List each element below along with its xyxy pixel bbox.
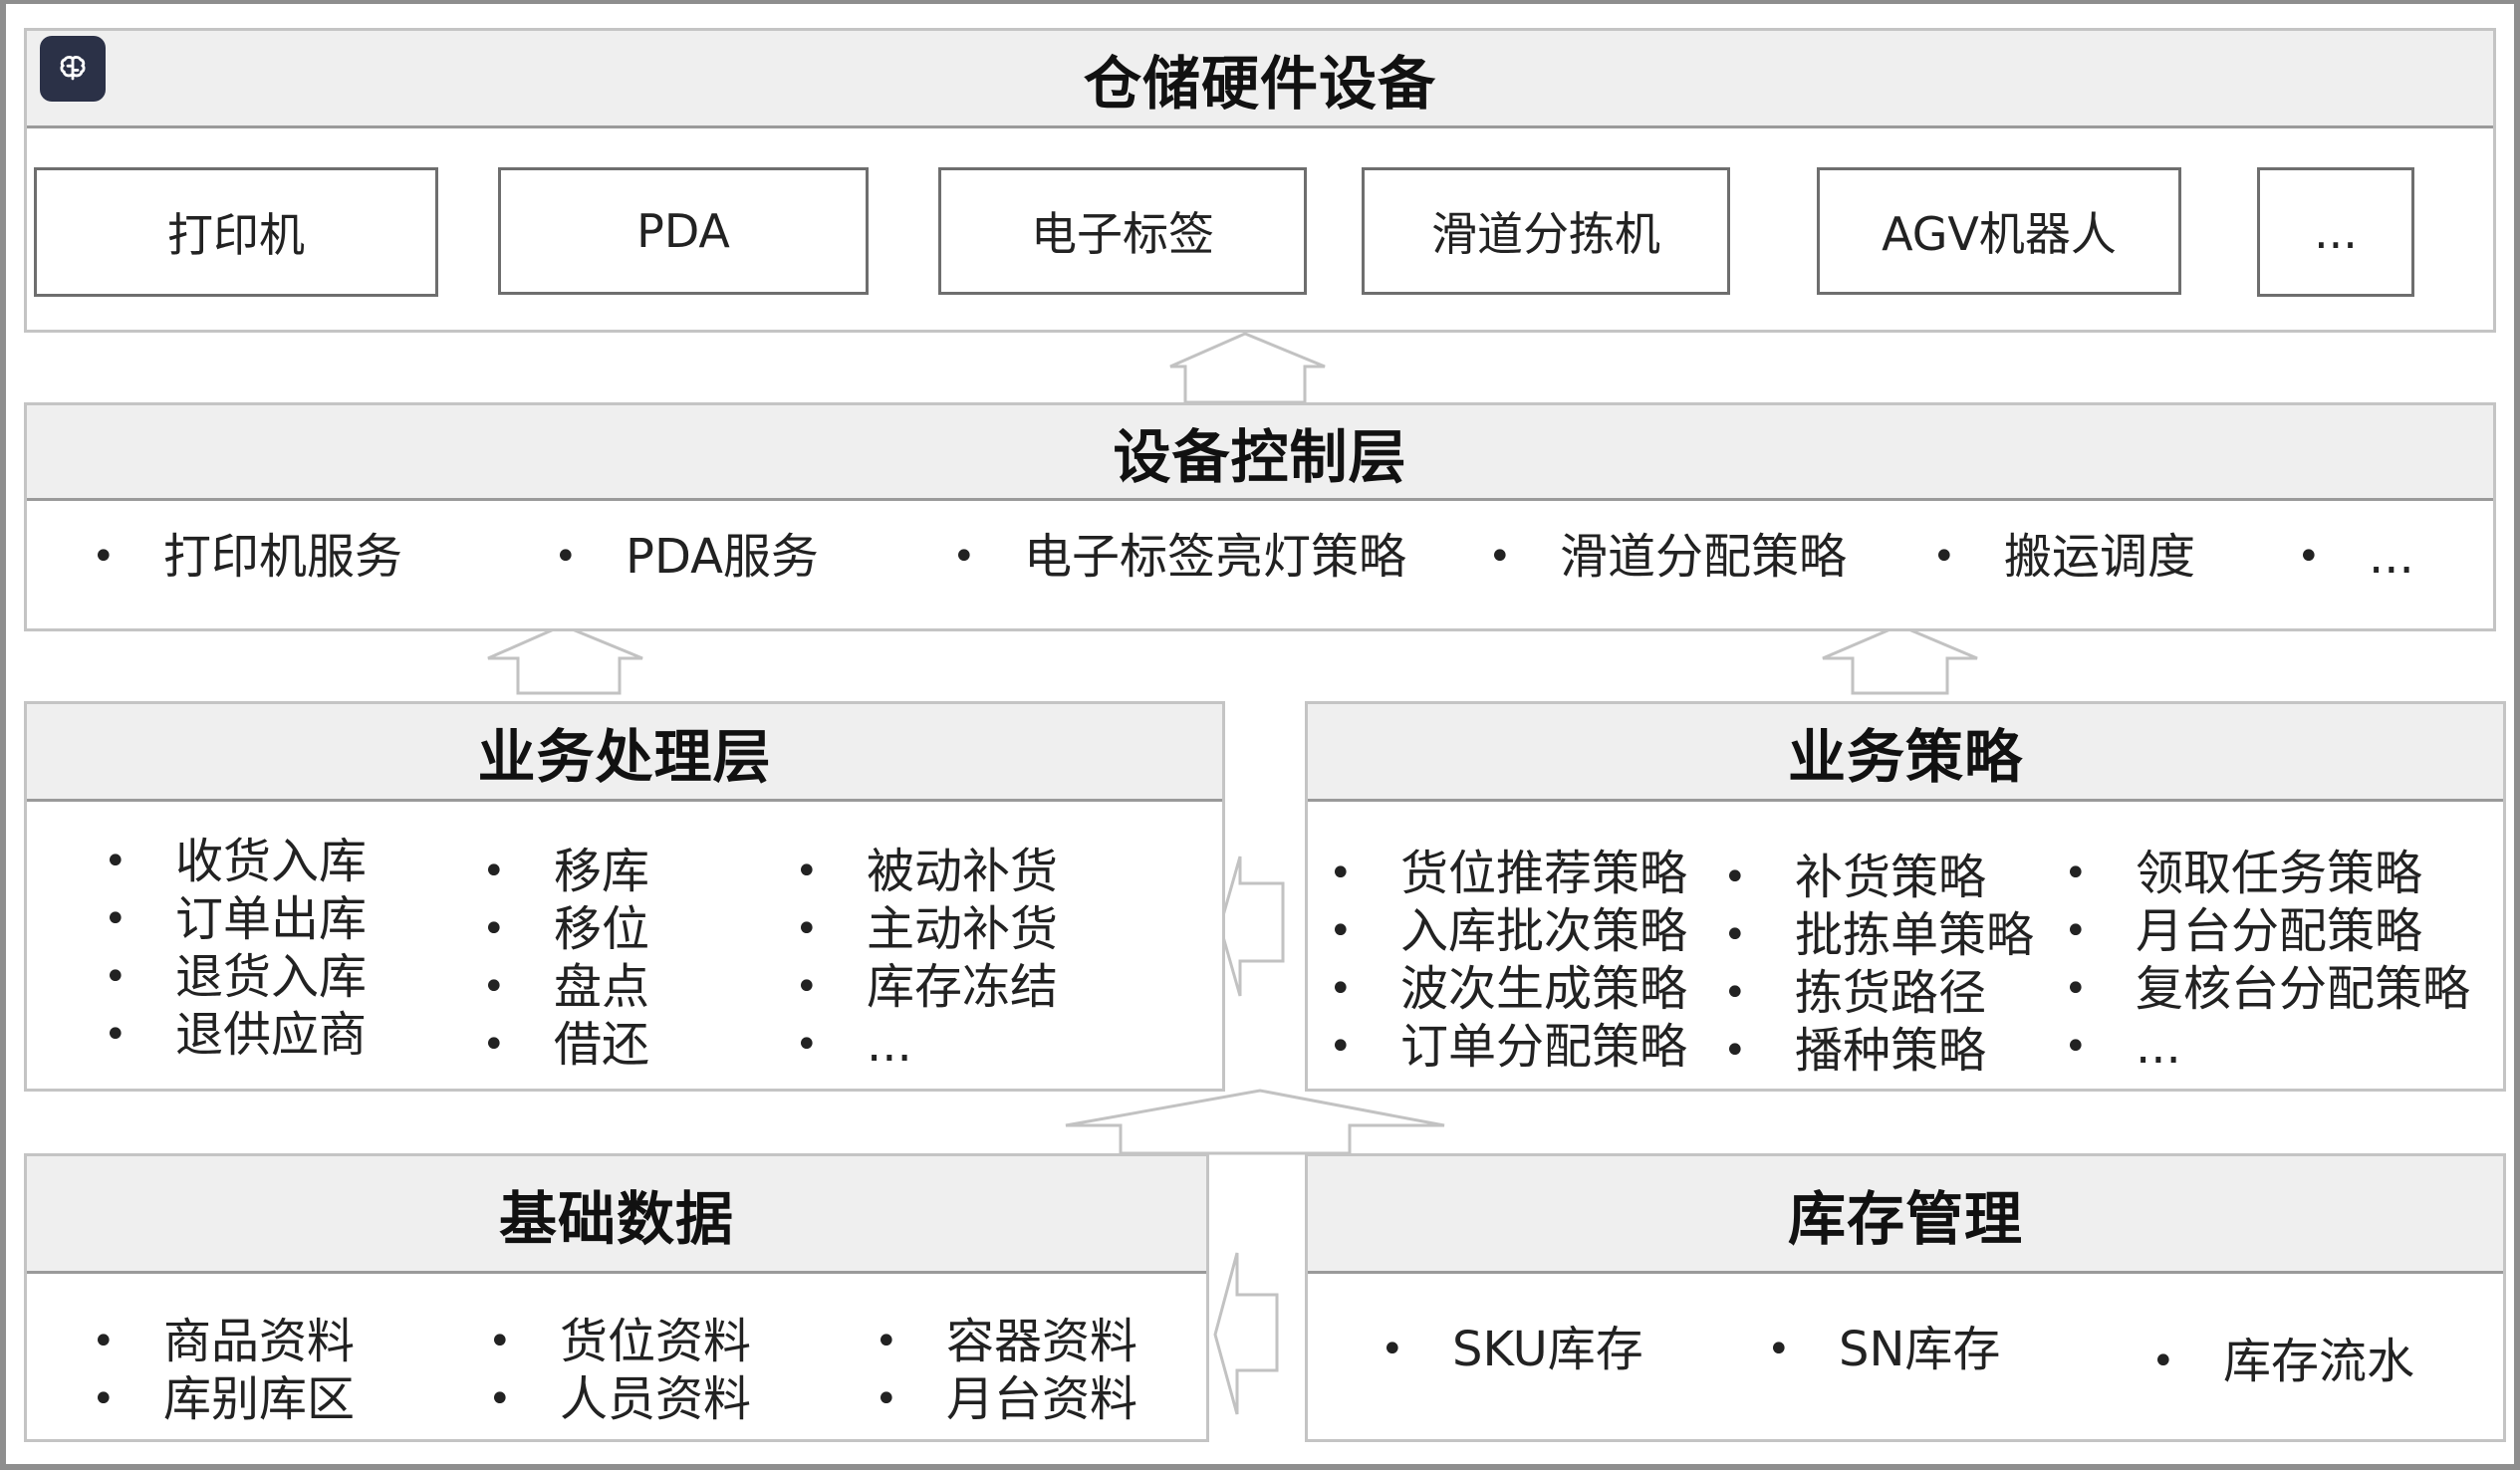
strategy-item: 领取任务策略 (2064, 845, 2422, 902)
arrow-up-strategy-to-control (1822, 623, 1978, 695)
inventory-item: SN库存 (1767, 1321, 2001, 1378)
inventory-item: SKU库存 (1381, 1321, 1643, 1378)
strategy-item: 复核台分配策略 (2064, 960, 2470, 1018)
strategy-item: 货位推荐策略 (1329, 845, 1687, 902)
arrow-up-base-to-business (1065, 1089, 1445, 1155)
processing-item: 退货入库 (104, 948, 367, 1006)
strategy-item: 播种策略 (1723, 1022, 1986, 1080)
device-more: ... (2257, 167, 2414, 297)
device-printer: 打印机 (34, 167, 438, 297)
strategy-item: 入库批次策略 (1329, 902, 1687, 960)
device-electronic-label: 电子标签 (938, 167, 1307, 295)
processing-item: 被动补货 (795, 843, 1058, 900)
strategy-item: 拣货路径 (1723, 964, 1986, 1022)
processing-item: 订单出库 (104, 890, 367, 948)
control-item: 打印机服务 (92, 528, 402, 586)
processing-item: 盘点 (482, 958, 649, 1016)
processing-item: 收货入库 (104, 833, 367, 890)
basic-data-item: 容器资料 (875, 1313, 1137, 1370)
control-item: 滑道分配策略 (1488, 528, 1847, 586)
basic-data-item: 月台资料 (875, 1370, 1137, 1428)
strategy-item: 批拣单策略 (1723, 906, 2034, 964)
strategy-item: 波次生成策略 (1329, 960, 1687, 1018)
device-pda: PDA (498, 167, 869, 295)
brain-icon[interactable] (40, 36, 106, 102)
basic-data-title: 基础数据 (27, 1156, 1206, 1274)
hardware-title: 仓储硬件设备 (27, 31, 2493, 128)
device-chute-sorter: 滑道分拣机 (1362, 167, 1730, 295)
control-item: PDA服务 (554, 528, 819, 586)
control-item: 搬运调度 (1932, 528, 2195, 586)
strategy-title: 业务策略 (1308, 704, 2503, 802)
strategy-item: ... (2064, 1018, 2180, 1076)
architecture-diagram: 仓储硬件设备 打印机 PDA 电子标签 滑道分拣机 AGV机器人 ... 设备控… (0, 0, 2520, 1470)
processing-title: 业务处理层 (27, 704, 1222, 802)
processing-item: 库存冻结 (795, 958, 1058, 1016)
inventory-title: 库存管理 (1308, 1156, 2503, 1274)
processing-item: 主动补货 (795, 900, 1058, 958)
control-item: 电子标签亮灯策略 (952, 528, 1406, 586)
processing-item: ... (795, 1016, 911, 1074)
strategy-item: 月台分配策略 (2064, 902, 2422, 960)
arrow-up-control-to-hardware (1169, 332, 1326, 404)
basic-data-item: 库别库区 (92, 1370, 355, 1428)
processing-item: 移库 (482, 843, 649, 900)
basic-data-item: 商品资料 (92, 1313, 355, 1370)
basic-data-item: 货位资料 (488, 1313, 751, 1370)
inventory-item: 库存流水 (2151, 1333, 2414, 1390)
control-item: ... (2297, 528, 2413, 586)
basic-data-item: 人员资料 (488, 1370, 751, 1428)
processing-item: 退供应商 (104, 1006, 367, 1064)
processing-item: 移位 (482, 900, 649, 958)
arrow-left-inventory-to-basic (1213, 1252, 1279, 1415)
strategy-item: 订单分配策略 (1329, 1018, 1687, 1076)
device-agv-robot: AGV机器人 (1817, 167, 2181, 295)
strategy-item: 补货策略 (1723, 849, 1986, 906)
processing-item: 借还 (482, 1016, 649, 1074)
arrow-up-processing-to-control (487, 623, 643, 695)
arrow-left-strategy-to-processing (1218, 856, 1285, 997)
control-title: 设备控制层 (27, 405, 2493, 501)
